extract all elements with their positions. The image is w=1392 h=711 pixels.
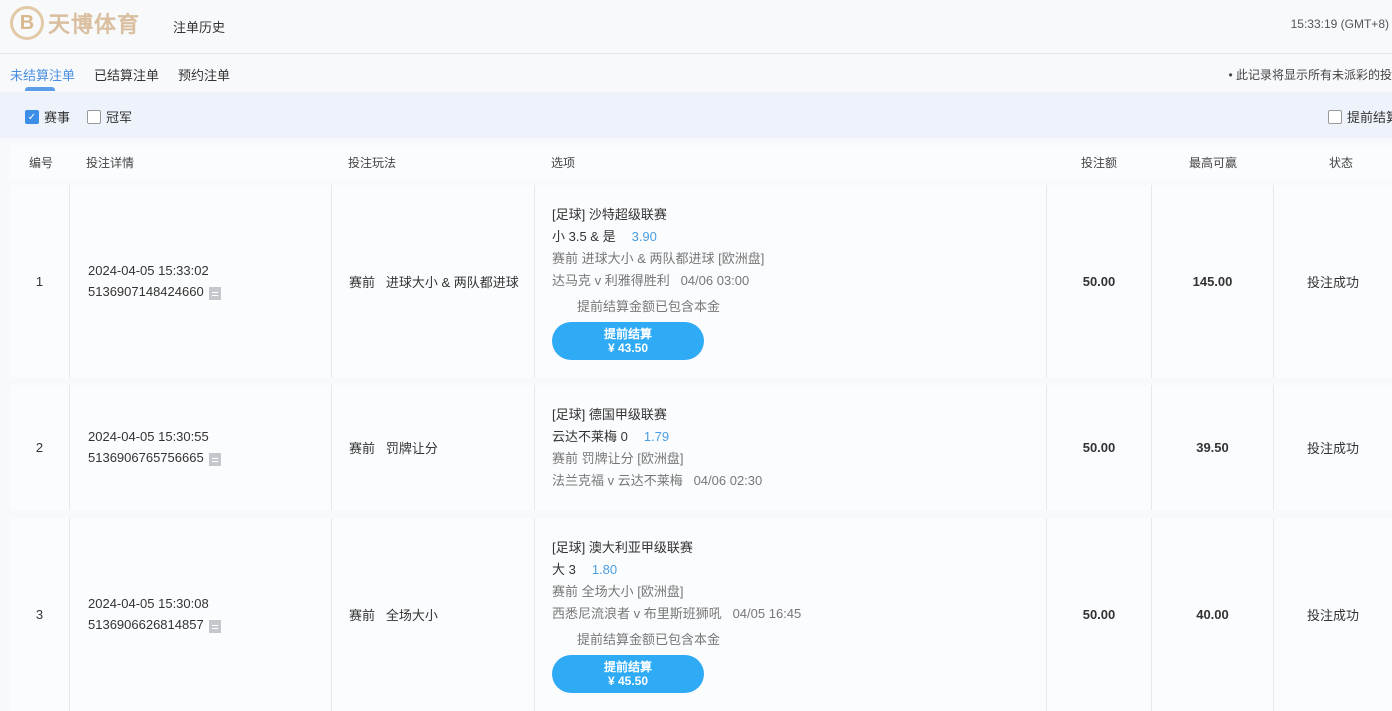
row-number: 3	[10, 518, 70, 711]
match-checkbox[interactable]: ✓ 赛事	[25, 107, 70, 126]
cashout-label: 提前结算	[1347, 110, 1392, 125]
market: 赛前 全场大小 [欧洲盘]	[552, 583, 684, 599]
checkbox-icon	[1328, 109, 1342, 124]
cashout-button[interactable]: 提前结算 ¥ 43.50	[552, 321, 704, 360]
logo-icon: B	[10, 6, 44, 40]
col-no: 编号	[29, 156, 54, 170]
copy-icon[interactable]	[208, 619, 221, 633]
tab-unsettled[interactable]: 未结算注单	[10, 65, 75, 91]
col-option: 选项	[551, 156, 576, 170]
market: 赛前 罚牌让分 [欧洲盘]	[552, 450, 684, 466]
checkbox-icon	[87, 109, 101, 124]
row-number: 1	[10, 185, 70, 378]
copy-icon[interactable]	[208, 452, 221, 466]
odds: 1.79	[643, 428, 670, 444]
col-stake: 投注额	[1081, 156, 1118, 170]
outright-checkbox[interactable]: 冠军	[87, 107, 132, 126]
bet-time: 2024-04-05 15:30:08	[88, 596, 209, 612]
col-details: 投注详情	[86, 156, 135, 170]
pick: 云达不莱梅 0	[552, 428, 628, 444]
pick: 小 3.5 & 是	[552, 228, 616, 244]
bet-id: 5136907148424660	[88, 284, 204, 300]
table-row: 3 2024-04-05 15:30:08 5136906626814857 赛前…	[10, 518, 1392, 711]
header: B 天博体育 注单历史 15:33:19 (GMT+8)	[0, 0, 1392, 54]
cashout-amount: ¥ 43.50	[607, 340, 649, 355]
copy-icon[interactable]	[208, 286, 221, 300]
odds: 1.80	[591, 561, 618, 577]
stake: 50.00	[1047, 385, 1152, 510]
stake: 50.00	[1047, 518, 1152, 711]
cashout-button[interactable]: 提前结算 ¥ 45.50	[552, 654, 704, 693]
max-win: 145.00	[1152, 185, 1274, 378]
logo-text: 天博体育	[48, 12, 141, 37]
col-status: 状态	[1329, 156, 1354, 170]
col-maxwin: 最高可赢	[1189, 156, 1238, 170]
match: 法兰克福 v 云达不莱梅	[552, 472, 683, 488]
match: 达马克 v 利雅得胜利	[552, 272, 670, 288]
bet-option: [足球] 德国甲级联赛 云达不莱梅 0 1.79 赛前 罚牌让分 [欧洲盘] 法兰…	[535, 385, 1047, 510]
league: [足球] 德国甲级联赛	[552, 406, 667, 422]
cashout-note: 提前结算金额已包含本金	[577, 631, 721, 647]
tabs: 未结算注单 已结算注单 预约注单 • 此记录将显示所有未派彩的投	[0, 54, 1392, 92]
cashout-amount: ¥ 45.50	[607, 673, 649, 688]
bet-id: 5136906626814857	[88, 617, 204, 633]
clock: 15:33:19 (GMT+8)	[1290, 17, 1389, 31]
bet-details: 2024-04-05 15:33:02 5136907148424660	[70, 185, 332, 378]
kickoff: 04/06 03:00	[680, 272, 750, 288]
bet-details: 2024-04-05 15:30:08 5136906626814857	[70, 518, 332, 711]
tab-reserved[interactable]: 预约注单	[178, 65, 230, 84]
kickoff: 04/05 16:45	[732, 605, 802, 621]
cashout-button-label: 提前结算	[603, 326, 652, 341]
filter-bar: ✓ 赛事 冠军 提前结算	[0, 92, 1392, 138]
table-row: 2 2024-04-05 15:30:55 5136906765756665 赛前…	[10, 385, 1392, 510]
logo[interactable]: B 天博体育	[10, 6, 140, 40]
cashout-checkbox[interactable]: 提前结算	[1328, 107, 1392, 126]
max-win: 39.50	[1152, 385, 1274, 510]
row-number: 2	[10, 385, 70, 510]
match-label: 赛事	[44, 110, 71, 125]
league: [足球] 沙特超级联赛	[552, 206, 667, 222]
stake: 50.00	[1047, 185, 1152, 378]
status: 投注成功	[1274, 385, 1392, 510]
league: [足球] 澳大利亚甲级联赛	[552, 539, 693, 555]
market: 赛前 进球大小 & 两队都进球 [欧洲盘]	[552, 250, 765, 266]
match: 西悉尼流浪者 v 布里斯班狮吼	[552, 605, 722, 621]
kickoff: 04/06 02:30	[693, 472, 763, 488]
table-row: 1 2024-04-05 15:33:02 5136907148424660 赛前…	[10, 185, 1392, 378]
bet-time: 2024-04-05 15:30:55	[88, 429, 209, 445]
bet-time: 2024-04-05 15:33:02	[88, 263, 209, 279]
tab-settled[interactable]: 已结算注单	[94, 65, 159, 84]
outright-label: 冠军	[106, 110, 133, 125]
status: 投注成功	[1274, 518, 1392, 711]
max-win: 40.00	[1152, 518, 1274, 711]
page-title: 注单历史	[173, 20, 226, 35]
notice: • 此记录将显示所有未派彩的投	[1228, 68, 1392, 82]
cashout-note: 提前结算金额已包含本金	[577, 298, 721, 314]
table-header: 编号 投注详情 投注玩法 选项 投注额 最高可赢 状态	[10, 145, 1392, 179]
odds: 3.90	[631, 228, 657, 244]
cashout-button-label: 提前结算	[603, 659, 652, 674]
status: 投注成功	[1274, 185, 1392, 378]
bet-play: 赛前 全场大小	[332, 518, 535, 711]
col-play: 投注玩法	[348, 156, 397, 170]
bet-option: [足球] 澳大利亚甲级联赛 大 3 1.80 赛前 全场大小 [欧洲盘] 西悉尼流…	[535, 518, 1047, 711]
bet-play: 赛前 罚牌让分	[332, 385, 535, 510]
bet-option: [足球] 沙特超级联赛 小 3.5 & 是 3.90 赛前 进球大小 & 两队都进…	[535, 185, 1047, 378]
bet-play: 赛前 进球大小 & 两队都进球	[332, 185, 535, 378]
bet-details: 2024-04-05 15:30:55 5136906765756665	[70, 385, 332, 510]
bet-id: 5136906765756665	[88, 450, 204, 466]
pick: 大 3	[552, 561, 576, 577]
check-icon: ✓	[25, 109, 39, 124]
